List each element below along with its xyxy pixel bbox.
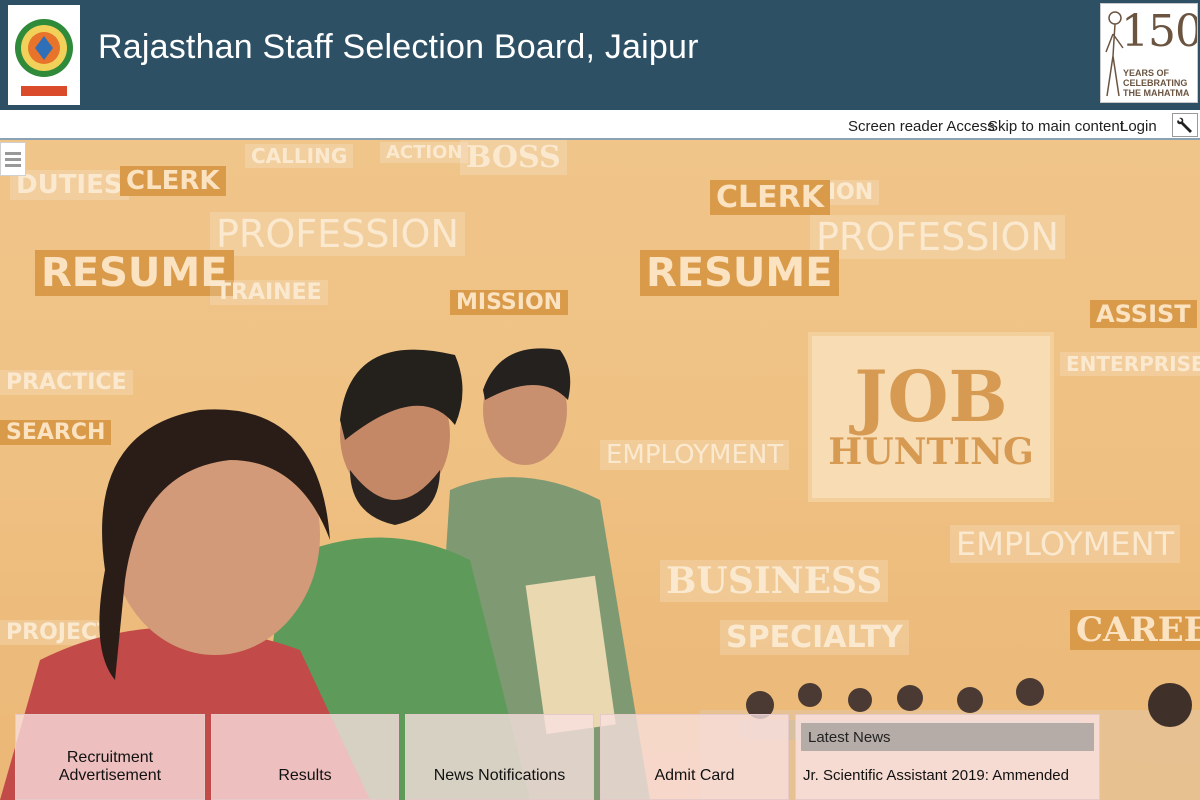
hero-word: CLERK bbox=[710, 180, 830, 215]
hero-word: PROFESSION bbox=[210, 212, 465, 256]
site-header: Rajasthan Staff Selection Board, Jaipur … bbox=[0, 0, 1200, 110]
hero-word: CAREER bbox=[1070, 610, 1200, 650]
hero-word: ACTION bbox=[380, 142, 469, 163]
rssb-emblem-icon[interactable] bbox=[8, 5, 80, 105]
tile-label: Recruitment Advertisement bbox=[58, 749, 162, 784]
news-item-link[interactable]: Jr. Scientific Assistant 2019: Ammended bbox=[803, 767, 1069, 784]
hero-word: CALLING bbox=[245, 144, 354, 168]
hero-word: SPECIALTY bbox=[720, 620, 909, 655]
hero-banner: DUTIES CLERK CALLING ACTION BOSS PROFESS… bbox=[0, 140, 1200, 800]
hero-word: ENTERPRISE bbox=[1060, 352, 1200, 376]
tile-label: Admit Card bbox=[654, 767, 735, 784]
hero-word: RESUME bbox=[640, 250, 839, 296]
latest-news-panel: Latest News Jr. Scientific Assistant 201… bbox=[795, 714, 1100, 800]
tile-label: Results bbox=[278, 767, 332, 784]
screen-reader-link[interactable]: Screen reader Access bbox=[848, 118, 995, 135]
hero-word: PROFESSION bbox=[810, 215, 1065, 259]
wrench-icon[interactable] bbox=[1172, 113, 1198, 137]
hero-word: ASSIST bbox=[1090, 300, 1197, 328]
hero-word: MISSION bbox=[450, 290, 569, 315]
tile-recruitment-advertisement[interactable]: Recruitment Advertisement bbox=[15, 714, 205, 800]
hero-word: EMPLOYMENT bbox=[950, 525, 1181, 563]
gandhi-150-logo: 150 YEARS OF CELEBRATING THE MAHATMA bbox=[1100, 3, 1198, 103]
anniversary-caption: YEARS OF CELEBRATING THE MAHATMA bbox=[1123, 68, 1190, 98]
skip-to-content-link[interactable]: Skip to main content bbox=[988, 118, 1124, 135]
hero-word: TRAINEE bbox=[210, 280, 328, 305]
login-link[interactable]: Login bbox=[1120, 118, 1157, 135]
hero-word: RESUME bbox=[35, 250, 234, 296]
tile-label: News Notifications bbox=[433, 767, 566, 784]
tile-admit-card[interactable]: Admit Card bbox=[600, 714, 789, 800]
latest-news-heading: Latest News bbox=[801, 723, 1094, 751]
anniversary-number: 150 bbox=[1121, 6, 1198, 57]
tile-results[interactable]: Results bbox=[211, 714, 399, 800]
page-title: Rajasthan Staff Selection Board, Jaipur bbox=[98, 28, 699, 66]
hero-word: BOSS bbox=[460, 140, 567, 175]
menu-toggle-button[interactable] bbox=[0, 142, 26, 176]
hero-word: CLERK bbox=[120, 166, 226, 196]
tile-news-notifications[interactable]: News Notifications bbox=[405, 714, 594, 800]
job-hunting-card: JOB HUNTING bbox=[808, 332, 1054, 502]
hero-word: DUTIES bbox=[10, 170, 129, 200]
accessibility-bar: Screen reader Access Skip to main conten… bbox=[0, 110, 1200, 140]
